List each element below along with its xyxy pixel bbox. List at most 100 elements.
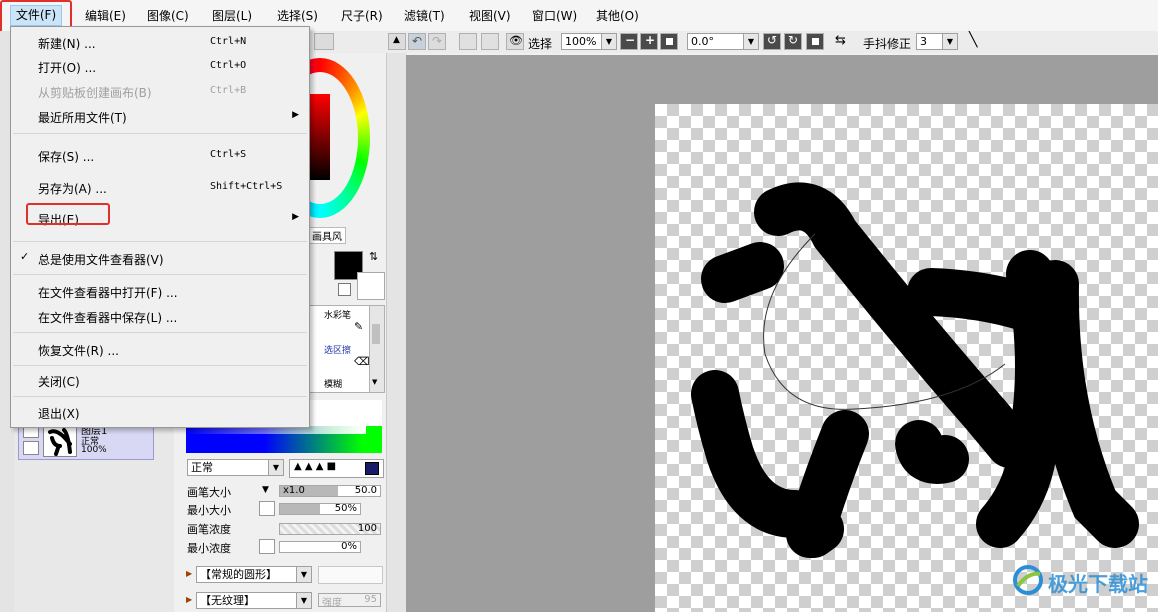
texture-value: 【无纹理】 [200,594,255,607]
min-density-slider[interactable]: 0% [279,541,361,553]
chevron-down-icon: ▼ [942,34,957,49]
density-slider[interactable]: 100 [279,523,381,535]
chevron-down-icon: ▼ [601,34,616,49]
stroke-right-curve [1030,260,1139,548]
rotation-select[interactable]: 0.0° ▼ [687,33,759,50]
square-icon [666,38,673,45]
menu-item-recent-files[interactable]: 最近所用文件(T) ▶ [11,105,309,127]
menu-item-save-in-file-viewer[interactable]: 在文件查看器中保存(L) ... [11,305,309,327]
chevron-down-icon: ▼ [296,593,311,608]
brush-shape-select[interactable]: 【常规的圆形】 ▼ [196,566,312,583]
flip-icon[interactable]: ⇆ [835,33,846,48]
deselect-button[interactable] [459,33,477,50]
menu-item-always-use-file-viewer[interactable]: ✓ 总是使用文件查看器(V) [11,247,309,269]
tool-blur[interactable]: 模糊 [324,377,342,390]
brush-shape-strength[interactable] [318,566,383,584]
menu-filter[interactable]: 滤镜(T) [404,7,445,24]
menu-view[interactable]: 视图(V) [469,7,511,24]
menu-ruler[interactable]: 尺子(R) [341,7,383,24]
background-color-swatch[interactable] [357,272,385,300]
brush-icon: ✎ [354,320,364,333]
chevron-down-icon[interactable]: ▼ [262,485,269,495]
menu-item-label: 打开(O) ... [38,61,97,75]
rotate-right-icon: ↻ [788,33,799,47]
stabilizer-select[interactable]: 3 ▼ [916,33,958,50]
brush-shape-square-icon[interactable] [365,462,379,475]
rotate-cw-button[interactable]: ↻ [784,33,802,50]
min-size-slider[interactable]: 50% [279,503,361,515]
strength-value: 95 [364,594,377,605]
zoom-select[interactable]: 100% ▼ [561,33,617,50]
menu-layer[interactable]: 图层(L) [212,7,252,24]
brush-shape-selector[interactable]: ▲ ▲ ▲ ■ [289,459,384,478]
undo-button[interactable]: ↶ [408,33,426,50]
menu-window[interactable]: 窗口(W) [532,7,577,24]
watermark: 极光下载站 [1010,560,1150,600]
zoom-reset-button[interactable] [660,33,678,50]
selection-visibility-button[interactable]: 👁 [506,33,524,50]
menu-edit[interactable]: 编辑(E) [85,7,126,24]
redo-button[interactable]: ↷ [428,33,446,50]
line-tool-icon[interactable]: ╲ [969,32,977,48]
layer-thumbnail [43,423,77,457]
menu-item-save-as[interactable]: 另存为(A) ... Shift+Ctrl+S [11,176,309,198]
tool-select-eraser[interactable]: 选区擦 [324,343,351,356]
pencil-icon[interactable] [23,441,39,455]
minus-icon: − [625,33,636,47]
zoom-value: 100% [565,35,597,48]
menu-select[interactable]: 选择(S) [277,7,318,24]
transparent-color-icon[interactable] [338,283,351,296]
menu-item-label: 另存为(A) ... [38,182,107,196]
tool-watercolor[interactable]: 水彩笔 [324,308,351,321]
brush-size-slider[interactable]: x1.0 50.0 [279,485,381,497]
pressure-icon[interactable] [259,501,275,516]
tool-scrollbar[interactable]: ▼ [369,305,385,393]
menu-item-label: 在文件查看器中打开(F) ... [38,286,178,300]
menu-separator [13,332,307,333]
menu-item-exit[interactable]: 退出(X) [11,401,309,423]
texture-select[interactable]: 【无纹理】 ▼ [196,592,312,609]
texture-strength-slider[interactable]: 强度 95 [318,593,381,609]
menu-item-label: 保存(S) ... [38,150,95,164]
rotate-ccw-button[interactable]: ↺ [763,33,781,50]
swap-colors-icon[interactable]: ⇅ [369,250,378,263]
tool-grid: 水彩笔 ✎ 选区擦 ⌫ 模糊 [309,305,371,393]
zoom-out-button[interactable]: − [620,33,638,50]
scroll-up-button[interactable]: ▲ [388,33,406,50]
chevron-down-icon: ▼ [743,34,758,49]
strength-label: 强度 [322,598,342,609]
panel-scrollbar[interactable] [386,53,407,612]
chevron-down-icon: ▼ [372,378,378,386]
pressure-icon[interactable] [259,539,275,554]
menu-item-new[interactable]: 新建(N) ... Ctrl+N [11,31,309,53]
stabilizer-value: 3 [920,35,927,48]
canvas-drawing [691,182,1139,558]
eye-icon: 👁 [509,34,523,47]
chevron-down-icon: ▼ [296,567,311,582]
menu-image[interactable]: 图像(C) [147,7,189,24]
min-size-value: 50% [334,503,357,514]
menu-item-open[interactable]: 打开(O) ... Ctrl+O [11,55,309,77]
rotate-left-icon: ↺ [767,33,778,47]
tab-color-panel[interactable]: 画具风 [308,227,346,244]
expand-icon[interactable]: ▶ [186,569,192,578]
menu-item-recover-file[interactable]: 恢复文件(R) ... [11,338,309,360]
view-toggle-button[interactable] [314,33,334,50]
brush-size-value: 50.0 [354,485,377,496]
invert-selection-button[interactable] [481,33,499,50]
expand-icon[interactable]: ▶ [186,595,192,604]
menu-item-open-in-file-viewer[interactable]: 在文件查看器中打开(F) ... [11,280,309,302]
checkmark-icon: ✓ [20,250,30,263]
select-label: 选择 [528,37,553,51]
rotate-reset-button[interactable] [806,33,824,50]
stabilizer-label: 手抖修正 [863,37,912,51]
zoom-in-button[interactable]: + [640,33,658,50]
menu-item-close[interactable]: 关闭(C) [11,369,309,391]
menu-other[interactable]: 其他(O) [596,7,639,24]
min-density-value: 0% [341,541,357,552]
chevron-down-icon: ▼ [268,460,283,475]
brush-shape-icons: ▲ ▲ ▲ ■ [294,461,337,472]
menu-separator [13,133,307,134]
menu-item-save[interactable]: 保存(S) ... Ctrl+S [11,144,309,166]
blend-mode-select[interactable]: 正常 ▼ [187,459,284,476]
